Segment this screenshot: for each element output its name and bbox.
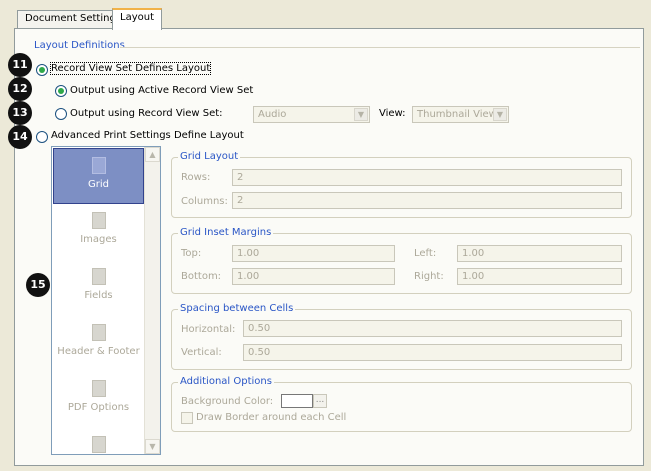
nav-item-images[interactable]: Images <box>53 204 144 260</box>
output-active-set-label: Output using Active Record View Set <box>70 85 254 96</box>
background-color-swatch[interactable] <box>281 394 313 408</box>
callout-badge-13: 13 <box>8 101 32 125</box>
output-record-set-label: Output using Record View Set: <box>70 108 223 119</box>
nav-item-label: Fields <box>84 290 113 301</box>
callout-badge-11: 11 <box>8 53 32 77</box>
nav-item-label: Header & Footer <box>57 346 140 357</box>
top-margin-field[interactable]: 1.00 <box>232 245 395 262</box>
horizontal-spacing-field[interactable]: 0.50 <box>243 320 622 337</box>
view-select[interactable]: Thumbnail View ▼ <box>412 106 509 123</box>
background-color-label: Background Color: <box>181 396 274 407</box>
bottom-margin-field[interactable]: 1.00 <box>232 268 395 285</box>
nav-item-fields[interactable]: Fields <box>53 260 144 316</box>
background-color-picker-button[interactable]: ... <box>313 394 327 408</box>
nav-item-pdf-options[interactable]: PDF Options <box>53 372 144 428</box>
callout-badge-15: 15 <box>26 273 50 297</box>
nav-item-more[interactable] <box>53 428 144 454</box>
section-divider <box>120 47 640 48</box>
draw-border-checkbox[interactable] <box>181 412 193 424</box>
settings-nav-list: Grid Images Fields Header & Footer PDF O… <box>51 146 161 455</box>
grid-layout-title: Grid Layout <box>178 151 241 162</box>
chevron-down-icon[interactable]: ▼ <box>145 439 160 454</box>
layout-definitions-title: Layout Definitions <box>34 40 125 51</box>
horizontal-spacing-label: Horizontal: <box>181 324 236 335</box>
fields-icon <box>91 268 106 285</box>
nav-item-grid[interactable]: Grid <box>53 148 144 204</box>
bottom-margin-label: Bottom: <box>181 271 222 282</box>
nav-scrollbar[interactable]: ▲ ▼ <box>144 147 160 454</box>
advanced-print-label: Advanced Print Settings Define Layout <box>51 130 244 141</box>
record-view-set-value: Audio <box>258 109 287 120</box>
header-footer-icon <box>91 324 106 341</box>
tab-layout[interactable]: Layout <box>112 8 162 30</box>
record-view-set-defines-label: Record View Set Defines Layout <box>49 62 212 75</box>
nav-item-label: Grid <box>88 179 109 190</box>
chevron-down-icon: ▼ <box>493 108 507 121</box>
vertical-spacing-field[interactable]: 0.50 <box>243 344 622 361</box>
radio-record-view-set-defines[interactable] <box>36 64 48 76</box>
nav-item-header-footer[interactable]: Header & Footer <box>53 316 144 372</box>
left-margin-label: Left: <box>414 248 437 259</box>
nav-item-label: PDF Options <box>67 402 130 413</box>
callout-badge-14: 14 <box>8 125 32 149</box>
vertical-spacing-label: Vertical: <box>181 347 222 358</box>
chevron-down-icon: ▼ <box>354 108 368 121</box>
view-label: View: <box>379 108 406 119</box>
right-margin-field[interactable]: 1.00 <box>457 268 622 285</box>
chevron-up-icon[interactable]: ▲ <box>145 147 160 162</box>
nav-item-label: Images <box>80 234 117 245</box>
radio-output-active-record-view-set[interactable] <box>55 85 67 97</box>
additional-options-group <box>171 382 632 432</box>
images-icon <box>91 212 106 229</box>
record-view-set-select[interactable]: Audio ▼ <box>253 106 370 123</box>
top-margin-label: Top: <box>181 248 202 259</box>
spacing-title: Spacing between Cells <box>178 303 296 314</box>
right-margin-label: Right: <box>414 271 444 282</box>
view-value: Thumbnail View <box>417 109 497 120</box>
rows-field[interactable]: 2 <box>232 169 622 186</box>
grid-icon <box>91 157 106 174</box>
grid-inset-margins-title: Grid Inset Margins <box>178 227 274 238</box>
pdf-options-icon <box>91 380 106 397</box>
radio-output-using-record-view-set[interactable] <box>55 108 67 120</box>
additional-options-title: Additional Options <box>178 376 274 387</box>
columns-label: Columns: <box>181 196 228 207</box>
callout-badge-12: 12 <box>8 77 32 101</box>
columns-field[interactable]: 2 <box>232 192 622 209</box>
draw-border-label: Draw Border around each Cell <box>196 412 347 423</box>
left-margin-field[interactable]: 1.00 <box>457 245 622 262</box>
rows-label: Rows: <box>181 172 211 183</box>
radio-advanced-print-settings[interactable] <box>36 131 48 143</box>
more-options-icon <box>91 436 106 453</box>
